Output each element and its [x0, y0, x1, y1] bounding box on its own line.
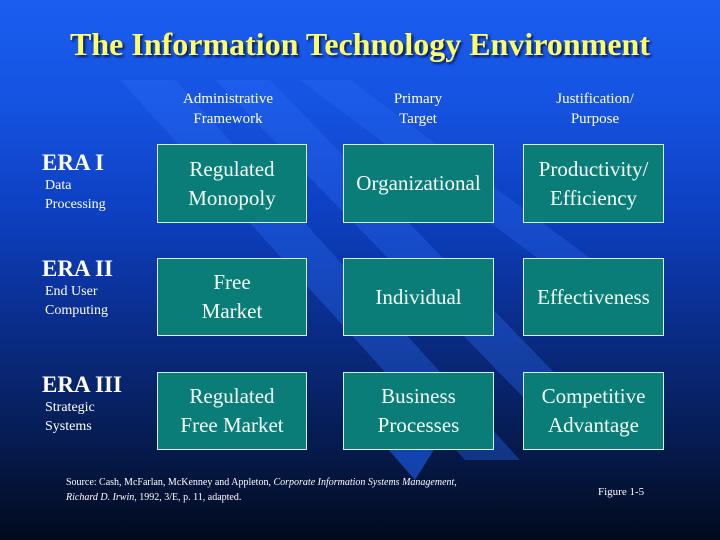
column-header-line: Administrative	[183, 91, 273, 107]
source-book-title: Corporate Information Systems Management…	[273, 477, 457, 488]
column-header-primary-target: Primary Target	[338, 89, 498, 129]
era-1-label: ERA I Data Processing	[42, 150, 106, 214]
slide-title: The Information Technology Environment	[70, 26, 650, 62]
cell-era2-framework: Free Market	[157, 258, 307, 336]
cell-era1-purpose: Productivity/ Efficiency	[523, 144, 664, 223]
source-citation: Source: Cash, McFarlan, McKenney and App…	[66, 475, 457, 505]
source-publisher: Richard D. Irwin,	[66, 492, 137, 503]
era-name: ERA III	[42, 372, 122, 397]
figure-label: Figure 1-5	[598, 486, 645, 498]
cell-era1-framework: Regulated Monopoly	[157, 144, 307, 223]
column-header-line: Purpose	[570, 111, 620, 127]
cell-era3-framework: Regulated Free Market	[157, 372, 307, 450]
era-description: Data	[45, 178, 72, 193]
era-name: ERA I	[42, 150, 104, 175]
cell-era3-purpose: Competitive Advantage	[523, 372, 664, 450]
era-description: Processing	[45, 197, 106, 212]
cell-era2-target: Individual	[343, 258, 494, 336]
column-header-line: Target	[399, 111, 437, 127]
cell-era2-purpose: Effectiveness	[523, 258, 664, 336]
source-prefix: Source: Cash, McFarlan, McKenney and App…	[66, 477, 274, 488]
source-suffix: 1992, 3/E, p. 11, adapted.	[136, 492, 242, 503]
era-2-label: ERA II End User Computing	[42, 256, 113, 320]
era-description: Systems	[45, 419, 92, 434]
cell-era1-target: Organizational	[343, 144, 494, 223]
cell-era3-target: Business Processes	[343, 372, 494, 450]
column-header-line: Justification/	[556, 91, 634, 107]
era-3-label: ERA III Strategic Systems	[42, 372, 122, 436]
column-header-line: Framework	[193, 111, 263, 127]
column-header-justification-purpose: Justification/ Purpose	[515, 89, 675, 129]
column-header-administrative-framework: Administrative Framework	[148, 89, 308, 129]
era-name: ERA II	[42, 256, 113, 281]
column-header-line: Primary	[393, 91, 443, 107]
era-description: Strategic	[45, 400, 95, 415]
era-description: Computing	[45, 303, 109, 318]
slide: The Information Technology Environment A…	[0, 0, 720, 540]
era-description: End User	[45, 284, 98, 299]
